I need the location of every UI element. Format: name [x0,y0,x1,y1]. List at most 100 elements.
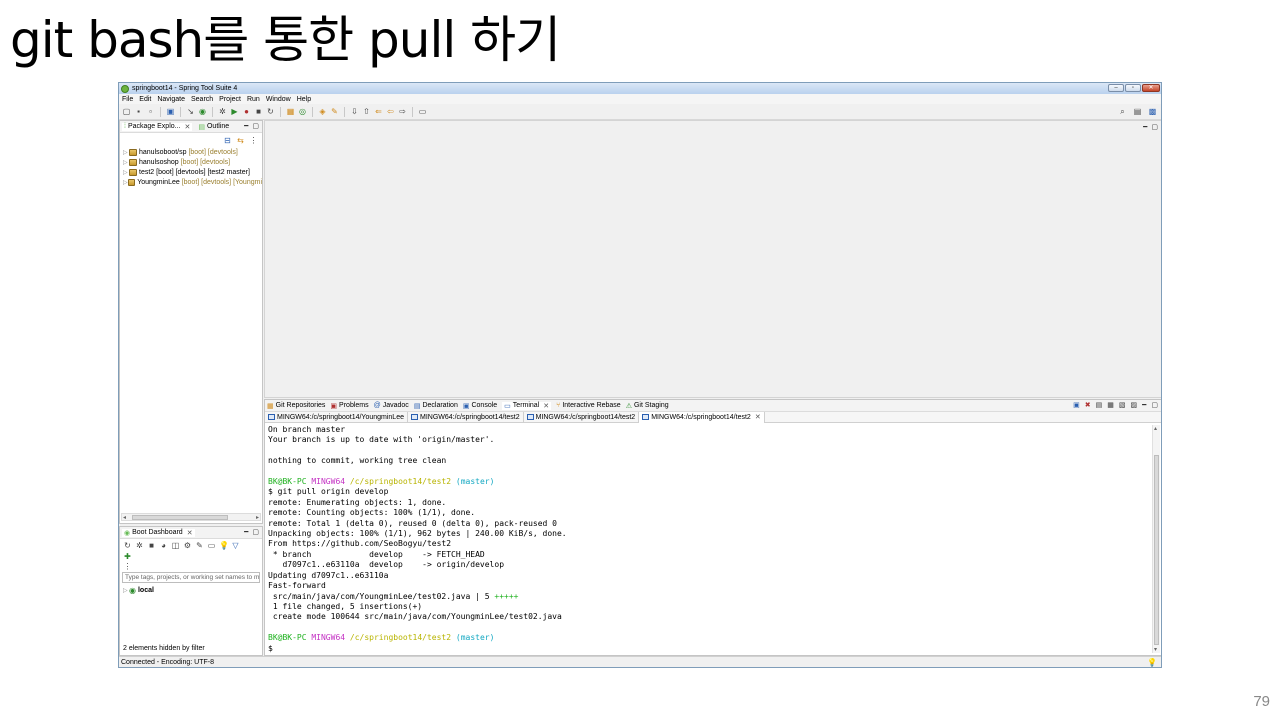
project-item[interactable]: ▷ test2 [boot] [devtools] [test2 master] [120,167,262,177]
window-titlebar[interactable]: springboot14 - Spring Tool Suite 4 – ▫ ✕ [119,83,1161,94]
maximize-icon[interactable]: ▢ [252,528,259,536]
tag-filter-input[interactable]: Type tags, projects, or working set name… [122,572,260,583]
java-perspective-icon[interactable]: ▩ [1148,107,1157,116]
tab-boot-dashboard[interactable]: ◉ Boot Dashboard ✕ [122,528,195,537]
stop-icon[interactable]: ■ [147,541,156,550]
console-icon[interactable]: ◕ [159,541,168,550]
maximize-icon[interactable]: ▢ [1151,401,1158,409]
debug-icon[interactable]: ✲ [218,107,227,116]
edit-icon[interactable]: ✎ [195,541,204,550]
prev-annotation-icon[interactable]: ⇧ [362,107,371,116]
maximize-button[interactable]: ▫ [1125,84,1141,92]
tab-terminal[interactable]: ▭ Terminal ✕ [502,401,552,410]
tab-package-explorer[interactable]: ⁞ Package Explo... ✕ [122,122,193,131]
menu-project[interactable]: Project [219,96,241,103]
close-button[interactable]: ✕ [1142,84,1160,92]
tab-problems[interactable]: ▣ Problems [330,402,368,410]
terminal-session-tab[interactable]: MINGW64:/c/springboot14/YoungminLee [265,411,408,423]
open-perspective-icon[interactable]: ▤ [1133,107,1142,116]
open-browser-icon[interactable]: ◫ [171,541,180,550]
run-icon[interactable]: ▶ [230,107,239,116]
menu-edit[interactable]: Edit [139,96,151,103]
project-item[interactable]: ▷ hanulsoshop [boot] [devtools] [120,157,262,167]
minimize-icon[interactable]: ━ [1142,401,1146,409]
minimize-icon[interactable]: ━ [1143,123,1147,131]
next-annotation-icon[interactable]: ⇩ [350,107,359,116]
tab-git-staging[interactable]: ⚠ Git Staging [626,402,669,410]
back-icon[interactable]: ⇦ [386,107,395,116]
scroll-down-icon[interactable]: ▾ [1154,646,1157,653]
menu-help[interactable]: Help [297,96,311,103]
open-type-icon[interactable]: ◈ [318,107,327,116]
save-icon[interactable]: ▪ [134,107,143,116]
terminal-icon[interactable]: ▣ [166,107,175,116]
tab-outline[interactable]: ▤ Outline [198,123,229,131]
skip-breakpoints-icon[interactable]: ↘ [186,107,195,116]
close-icon[interactable]: ✕ [187,529,193,537]
minimize-icon[interactable]: ━ [244,122,248,130]
scroll-thumb[interactable] [132,515,228,520]
editor-area[interactable]: ━ ▢ [264,120,1161,398]
filter-icon[interactable]: ▽ [231,541,240,550]
scroll-right-icon[interactable]: ▸ [256,514,259,521]
stop-icon[interactable]: ■ [254,107,263,116]
tab-console[interactable]: ▣ Console [463,402,497,410]
tab-javadoc[interactable]: @ Javadoc [374,402,409,409]
new-class-icon[interactable]: ◎ [298,107,307,116]
debug-icon[interactable]: ✲ [135,541,144,550]
forward-icon[interactable]: ⇨ [398,107,407,116]
menu-run[interactable]: Run [247,96,260,103]
scroll-left-icon[interactable]: ◂ [123,514,126,521]
scroll-up-icon[interactable]: ▴ [1154,425,1157,432]
paste-icon[interactable]: ▧ [1119,401,1126,409]
close-icon[interactable]: ✕ [755,413,761,421]
restart-icon[interactable]: ↻ [123,541,132,550]
minimize-icon[interactable]: ━ [244,528,248,536]
new-package-icon[interactable]: ▦ [286,107,295,116]
copy-icon[interactable]: ▦ [1107,401,1114,409]
minimize-button[interactable]: – [1108,84,1124,92]
collapse-all-icon[interactable]: ⊟ [223,136,232,145]
view-icon[interactable]: ▭ [207,541,216,550]
menu-icon[interactable]: ⋮ [123,562,132,571]
terminal-output[interactable]: On branch master Your branch is up to dat… [268,425,1151,653]
tab-declaration[interactable]: ▤ Declaration [414,402,458,410]
local-target-item[interactable]: ▷ ◉ local [120,585,262,595]
tab-git-repositories[interactable]: ▦ Git Repositories [267,402,325,410]
project-item[interactable]: ▷ YoungminLee [boot] [devtools] [Youngmi [120,177,262,187]
open-terminal-icon[interactable]: ▣ [1073,401,1080,409]
terminal-session-tab[interactable]: MINGW64:/c/springboot14/test2 [408,411,524,423]
menu-search[interactable]: Search [191,96,213,103]
project-item[interactable]: ▷ hanulsoboot/sp [boot] [devtools] [120,147,262,157]
link-editor-icon[interactable]: ⇆ [236,136,245,145]
lightbulb-icon[interactable]: 💡 [1147,658,1157,667]
lightbulb-icon[interactable]: 💡 [219,541,229,550]
disconnect-icon[interactable]: ✖ [1085,401,1091,409]
menu-file[interactable]: File [122,96,133,103]
view-menu-icon[interactable]: ⋮ [249,136,258,145]
new-icon[interactable]: ▢ [122,107,131,116]
terminal-session-tab-active[interactable]: MINGW64:/c/springboot14/test2 ✕ [639,411,765,423]
menu-navigate[interactable]: Navigate [157,96,185,103]
scroll-thumb[interactable] [1154,455,1159,645]
search-task-icon[interactable]: ✎ [330,107,339,116]
clear-icon[interactable]: ▨ [1131,401,1138,409]
boot-icon[interactable]: ◉ [198,107,207,116]
terminal-session-tab[interactable]: MINGW64:/c/springboot14/test2 [524,411,640,423]
tab-interactive-rebase[interactable]: ⑂ Interactive Rebase [556,402,621,409]
save-all-icon[interactable]: ▫ [146,107,155,116]
maximize-icon[interactable]: ▢ [1151,123,1158,131]
scroll-lock-icon[interactable]: ▤ [1096,401,1103,409]
add-icon[interactable]: ✚ [123,552,132,561]
search-icon[interactable]: ⌕ [1118,107,1127,116]
last-edit-icon[interactable]: ⇐ [374,107,383,116]
close-icon[interactable]: ✕ [543,402,549,410]
menu-window[interactable]: Window [266,96,291,103]
maximize-icon[interactable]: ▢ [252,122,259,130]
relaunch-icon[interactable]: ↻ [266,107,275,116]
close-icon[interactable]: ✕ [184,123,190,131]
terminal-scrollbar[interactable]: ▴ ▾ [1152,425,1160,653]
external-tools-icon[interactable]: ● [242,107,251,116]
horizontal-scrollbar[interactable]: ◂ ▸ [121,513,261,521]
properties-icon[interactable]: ⚙ [183,541,192,550]
